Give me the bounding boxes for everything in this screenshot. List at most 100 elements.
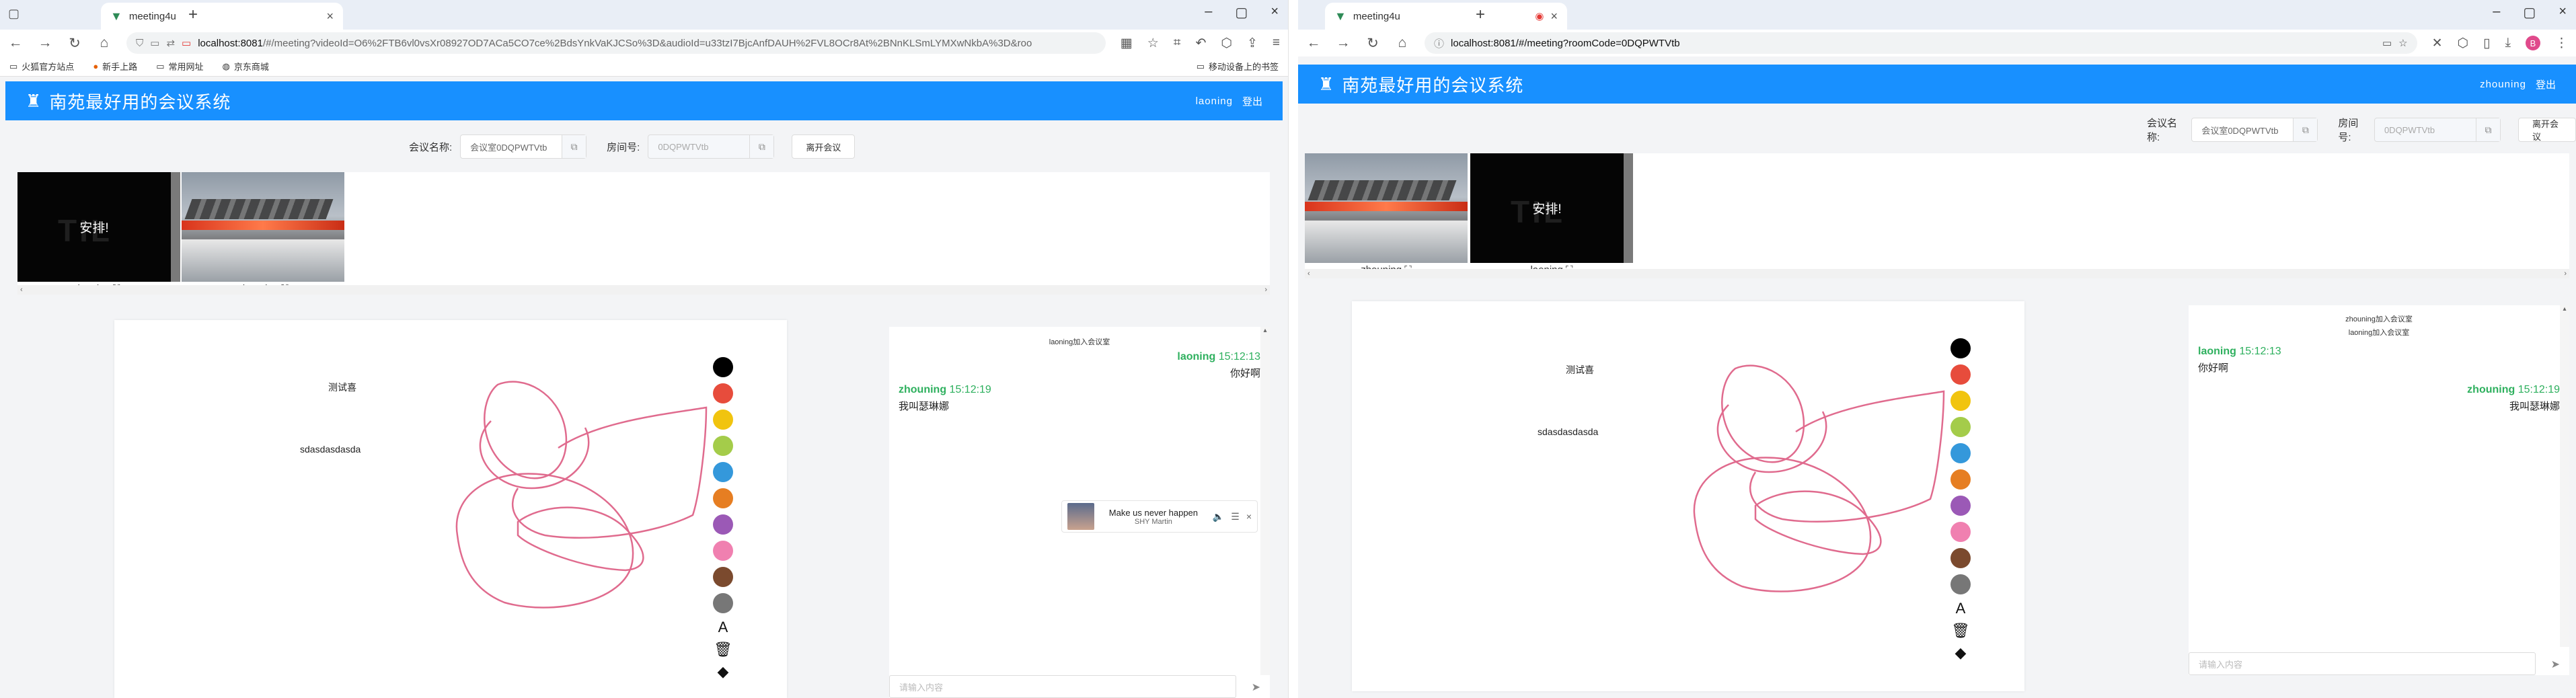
back-icon[interactable]: ←	[8, 35, 23, 51]
leave-meeting-button[interactable]: 离开会议	[792, 134, 856, 159]
playlist-icon[interactable]: ☰	[1231, 511, 1240, 522]
color-swatch-brown[interactable]	[1950, 548, 1971, 568]
browser-tab[interactable]: ▼ meeting4u ◉ ×	[1325, 3, 1567, 30]
color-swatch-green[interactable]	[713, 436, 733, 456]
url-field[interactable]: ⓘ localhost:8081/#/meeting?roomCode=0DQP…	[1425, 32, 2417, 54]
bookmark-star-icon[interactable]: ☆	[2398, 37, 2407, 49]
trash-icon[interactable]: 🗑	[714, 642, 732, 658]
camera-icon[interactable]: ▭	[2382, 37, 2392, 49]
drawing-canvas[interactable]	[114, 320, 787, 698]
bookmark-item[interactable]: ▭ 常用网址	[156, 60, 203, 73]
maximize-icon[interactable]: ▢	[1235, 4, 1248, 21]
color-swatch-gray[interactable]	[713, 593, 733, 613]
bookmark-item[interactable]: ▭ 火狐官方站点	[9, 60, 74, 73]
room-number-field[interactable]: 0DQPWTVtb ⧉	[2374, 118, 2501, 142]
color-swatch-black[interactable]	[713, 357, 733, 377]
color-swatch-purple[interactable]	[713, 514, 733, 535]
leave-meeting-button[interactable]: 离开会议	[2517, 118, 2576, 142]
color-swatch-gray[interactable]	[1950, 574, 1971, 594]
qr-icon[interactable]: ▦	[1121, 36, 1133, 51]
text-tool-icon[interactable]: A	[1956, 600, 1966, 617]
chat-input[interactable]: 请输入内容	[889, 675, 1236, 698]
chat-scrollbar[interactable]: ▴	[2560, 305, 2569, 647]
whiteboard[interactable]: 测试喜 sdasdasdasda A 🗑 ◆	[114, 320, 787, 698]
chat-input[interactable]: 请输入内容	[2189, 652, 2536, 675]
downloads-icon[interactable]: ⤓	[2505, 36, 2511, 50]
color-swatch-black[interactable]	[1950, 338, 1971, 358]
color-swatch-blue[interactable]	[1950, 443, 1971, 463]
menu-icon[interactable]: ⋮	[2555, 36, 2568, 51]
undo-icon[interactable]: ↶	[1195, 36, 1206, 51]
mobile-bookmarks[interactable]: ▭ 移动设备上的书签	[1197, 60, 1279, 73]
color-swatch-orange[interactable]	[1950, 469, 1971, 490]
whiteboard[interactable]: 测试喜 sdasdasdasda A 🗑 ◆	[1352, 301, 2024, 691]
close-tab-icon[interactable]: ×	[1550, 9, 1558, 24]
scroll-left-icon[interactable]: ‹	[20, 286, 23, 294]
color-swatch-yellow[interactable]	[1950, 391, 1971, 411]
copy-icon[interactable]: ⧉	[2293, 118, 2318, 141]
chat-scrollbar[interactable]: ▴	[1260, 327, 1270, 675]
bookmark-item[interactable]: ◍ 京东商城	[223, 60, 269, 73]
drawing-canvas[interactable]	[1352, 301, 2024, 691]
menu-icon[interactable]: ≡	[1273, 36, 1280, 50]
home-icon[interactable]: ⌂	[97, 35, 112, 51]
reload-icon[interactable]: ↻	[1365, 35, 1380, 52]
minimize-icon[interactable]: –	[2493, 4, 2500, 21]
profile-avatar[interactable]: B	[2526, 36, 2540, 50]
horizontal-scrollbar[interactable]: ‹ ›	[17, 285, 1270, 295]
color-swatch-yellow[interactable]	[713, 410, 733, 430]
bookmark-star-icon[interactable]: ☆	[1147, 36, 1159, 51]
logout-link[interactable]: 登出	[2536, 77, 2556, 91]
reload-icon[interactable]: ↻	[67, 35, 82, 52]
color-swatch-purple[interactable]	[1950, 496, 1971, 516]
room-number-field[interactable]: 0DQPWTVtb ⧉	[648, 134, 775, 159]
color-swatch-green[interactable]	[1950, 417, 1971, 437]
tab-list-icon[interactable]: ▢	[8, 7, 20, 21]
color-swatch-brown[interactable]	[713, 567, 733, 587]
logout-link[interactable]: 登出	[1242, 94, 1262, 108]
close-window-icon[interactable]: ×	[1271, 4, 1279, 21]
minimize-icon[interactable]: –	[1205, 4, 1212, 21]
new-tab-icon[interactable]: +	[1476, 5, 1485, 24]
home-icon[interactable]: ⌂	[1395, 35, 1410, 51]
send-icon[interactable]: ➤	[2551, 658, 2560, 671]
url-field[interactable]: ⛉ ▭ ⇄ ▭ localhost:8081/#/meeting?videoId…	[126, 32, 1106, 54]
maximize-icon[interactable]: ▢	[2523, 4, 2536, 21]
eraser-icon[interactable]: ◆	[718, 664, 729, 680]
text-tool-icon[interactable]: A	[718, 619, 728, 635]
horizontal-scrollbar[interactable]: ‹ ›	[1305, 269, 2569, 278]
color-swatch-red[interactable]	[713, 383, 733, 403]
back-icon[interactable]: ←	[1306, 35, 1321, 51]
color-swatch-blue[interactable]	[713, 462, 733, 482]
copy-icon[interactable]: ⧉	[2475, 118, 2500, 141]
copy-icon[interactable]: ⧉	[749, 135, 774, 158]
extensions-icon[interactable]: ⬡	[2458, 36, 2469, 51]
scroll-left-icon[interactable]: ‹	[1308, 270, 1310, 278]
forward-icon[interactable]: →	[1336, 35, 1351, 51]
eraser-icon[interactable]: ◆	[1955, 645, 1967, 661]
bookmark-item[interactable]: ● 新手上路	[93, 60, 137, 73]
trash-icon[interactable]: 🗑	[1951, 623, 1970, 639]
meeting-name-field[interactable]: 会议室0DQPWTVtb ⧉	[2191, 118, 2318, 142]
scroll-right-icon[interactable]: ›	[2564, 270, 2567, 278]
browser-tab[interactable]: ▼ meeting4u ×	[101, 3, 343, 30]
share-icon[interactable]: ⇪	[1247, 36, 1258, 51]
close-tab-icon[interactable]: ×	[326, 9, 334, 24]
copy-icon[interactable]: ⧉	[562, 135, 586, 158]
close-player-icon[interactable]: ×	[1246, 511, 1252, 522]
meeting-name-field[interactable]: 会议室0DQPWTVtb ⧉	[460, 134, 587, 159]
close-x-icon[interactable]: ✕	[2432, 36, 2443, 51]
new-tab-icon[interactable]: +	[188, 5, 198, 24]
close-window-icon[interactable]: ×	[2559, 4, 2567, 21]
color-swatch-red[interactable]	[1950, 364, 1971, 385]
crop-icon[interactable]: ⌗	[1174, 36, 1181, 50]
sidebar-icon[interactable]: ▯	[2483, 36, 2490, 51]
forward-icon[interactable]: →	[38, 35, 52, 51]
color-swatch-pink[interactable]	[713, 541, 733, 561]
color-swatch-pink[interactable]	[1950, 522, 1971, 542]
color-swatch-orange[interactable]	[713, 488, 733, 508]
send-icon[interactable]: ➤	[1252, 681, 1260, 694]
volume-icon[interactable]: 🔈	[1213, 511, 1224, 522]
extensions-icon[interactable]: ⬡	[1221, 36, 1232, 51]
scroll-right-icon[interactable]: ›	[1264, 286, 1267, 294]
